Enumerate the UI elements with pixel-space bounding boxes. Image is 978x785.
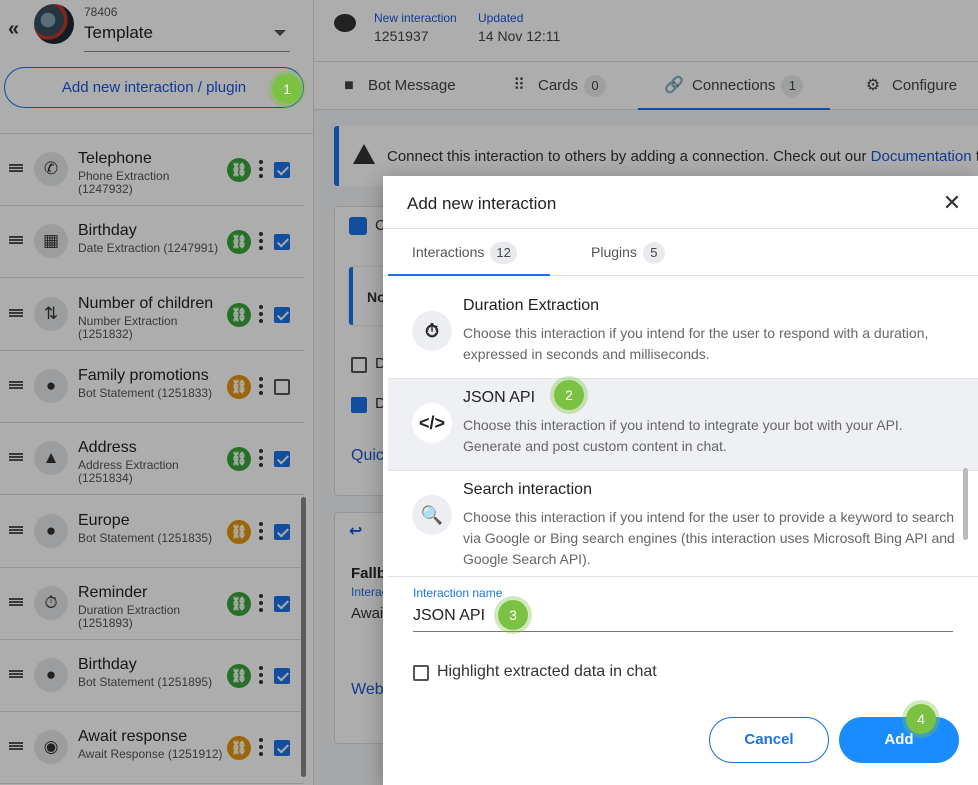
interaction-name-input[interactable]: JSON API	[413, 604, 953, 632]
step-marker-2: 2	[554, 380, 584, 410]
tab-interactions[interactable]: Interactions 12	[388, 229, 550, 276]
tab-plugins[interactable]: Plugins 5	[591, 229, 665, 276]
step-marker-4: 4	[906, 704, 936, 734]
dialog-tabs: Interactions 12 Plugins 5	[383, 228, 978, 276]
highlight-checkbox[interactable]	[413, 665, 429, 681]
plugins-count-badge: 5	[642, 242, 665, 264]
option-duration-extraction[interactable]: ⏱ Duration Extraction Choose this intera…	[388, 287, 978, 379]
search-icon: 🔍	[412, 495, 452, 535]
step-marker-3: 3	[498, 600, 528, 630]
dialog-title: Add new interaction	[407, 194, 557, 213]
close-icon[interactable]: ✕	[941, 192, 963, 214]
interactions-count-badge: 12	[490, 242, 517, 264]
cancel-button[interactable]: Cancel	[709, 717, 829, 763]
add-button[interactable]: Add	[839, 717, 959, 763]
option-json-api[interactable]: </> JSON API Choose this interaction if …	[388, 379, 978, 471]
add-interaction-dialog: Add new interaction ✕ Interactions 12 Plu…	[383, 176, 978, 785]
highlight-label: Highlight extracted data in chat	[437, 663, 657, 680]
list-scrollbar[interactable]	[963, 468, 968, 540]
interaction-name-label: Interaction name	[413, 586, 503, 600]
step-marker-1: 1	[272, 74, 302, 104]
code-icon: </>	[412, 403, 452, 443]
option-search-interaction[interactable]: 🔍 Search interaction Choose this interac…	[388, 471, 978, 577]
interaction-list: ⏱ Duration Extraction Choose this intera…	[388, 287, 978, 577]
timer-icon: ⏱	[412, 311, 452, 351]
